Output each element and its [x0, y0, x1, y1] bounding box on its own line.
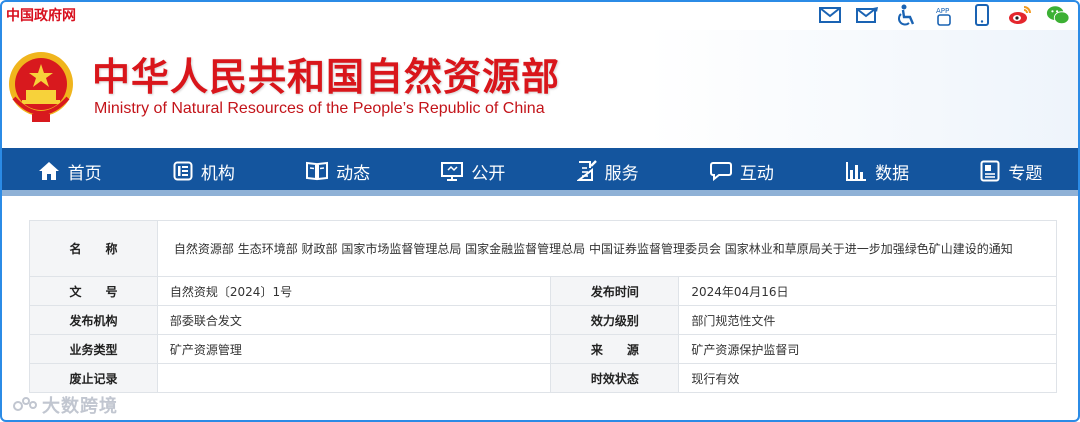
info-key: 效力级别: [550, 305, 680, 335]
info-value: 矿产资源管理: [156, 334, 552, 364]
nav-divider: [2, 190, 1078, 196]
svg-text:APP: APP: [936, 7, 949, 15]
nav-item-public[interactable]: 公开: [441, 159, 505, 184]
mobile-icon[interactable]: [970, 4, 994, 26]
page-frame: 中国政府网 APP 中华人民共和国自然资源部 Ministry of Natur…: [0, 0, 1080, 422]
nav-label: 数据: [875, 163, 910, 184]
watermark: 大数跨境: [12, 392, 118, 418]
info-value: 部门规范性文件: [678, 305, 1057, 335]
book-icon: [306, 161, 329, 181]
info-value: 矿产资源保护监督司: [678, 334, 1057, 364]
info-key: 发布时间: [550, 276, 680, 306]
info-key: 发布机构: [29, 305, 158, 335]
mail-edit-icon[interactable]: [856, 4, 880, 26]
nav-item-org[interactable]: 机构: [173, 159, 235, 184]
nav-label: 服务: [604, 163, 639, 184]
info-key: 来 源: [550, 334, 680, 364]
nav-item-data[interactable]: 数据: [845, 159, 909, 184]
info-value: 自然资规〔2024〕1号: [156, 276, 552, 306]
wechat-icon[interactable]: [1046, 4, 1070, 26]
bar-chart-icon: [846, 162, 867, 181]
main-nav: 首页 机构 动态 公开 服务 互动 数据 专题: [2, 148, 1078, 194]
nav-item-news[interactable]: 动态: [306, 159, 370, 184]
nav-item-service[interactable]: 服务: [576, 159, 639, 184]
info-value: 现行有效: [678, 363, 1057, 393]
info-key: 时效状态: [550, 363, 680, 393]
topic-icon: [980, 160, 1000, 182]
top-bar: 中国政府网 APP: [2, 2, 1078, 30]
nav-item-home[interactable]: 首页: [38, 159, 102, 184]
nav-label: 机构: [200, 163, 235, 184]
info-key: 废止记录: [29, 363, 158, 393]
table-row: 文 号 自然资规〔2024〕1号 发布时间 2024年04月16日: [29, 276, 1057, 306]
site-subtitle: Ministry of Natural Resources of the Peo…: [94, 100, 545, 117]
document-title-value: 自然资源部 生态环境部 财政部 国家市场监督管理总局 国家金融监督管理总局 中国…: [156, 220, 1058, 277]
monitor-icon: [441, 162, 464, 181]
chat-icon: [709, 162, 732, 181]
nav-item-topic[interactable]: 专题: [980, 159, 1042, 184]
table-row: 发布机构 部委联合发文 效力级别 部门规范性文件: [29, 305, 1057, 335]
nav-label: 公开: [471, 163, 506, 184]
info-key: 业务类型: [29, 334, 158, 364]
weibo-icon[interactable]: [1008, 4, 1032, 26]
site-title: 中华人民共和国自然资源部: [92, 54, 561, 99]
org-icon: [173, 161, 193, 181]
accessibility-icon[interactable]: [894, 4, 918, 26]
nav-item-interact[interactable]: 互动: [709, 159, 774, 184]
gov-portal-link[interactable]: 中国政府网: [6, 5, 76, 25]
info-key: 名 称: [29, 220, 158, 277]
home-icon: [38, 162, 59, 180]
info-key: 文 号: [29, 276, 158, 306]
info-value: [156, 363, 552, 393]
site-header: 中华人民共和国自然资源部 Ministry of Natural Resourc…: [2, 30, 1078, 148]
nav-label: 专题: [1008, 163, 1043, 184]
document-info-table: 名 称 自然资源部 生态环境部 财政部 国家市场监督管理总局 国家金融监督管理总…: [29, 220, 1058, 393]
table-row: 名 称 自然资源部 生态环境部 财政部 国家市场监督管理总局 国家金融监督管理总…: [29, 220, 1058, 277]
info-value: 2024年04月16日: [678, 276, 1057, 306]
table-row: 废止记录 时效状态 现行有效: [29, 363, 1057, 393]
nav-label: 互动: [739, 163, 774, 184]
info-value: 部委联合发文: [156, 305, 552, 335]
table-row: 业务类型 矿产资源管理 来 源 矿产资源保护监督司: [29, 334, 1057, 364]
app-icon[interactable]: APP: [932, 4, 956, 26]
mail-icon[interactable]: [818, 4, 842, 26]
doc-edit-icon: [576, 160, 597, 181]
national-emblem-icon: [9, 52, 73, 122]
nav-label: 动态: [336, 163, 371, 184]
nav-label: 首页: [67, 163, 102, 184]
top-icon-bar: APP: [818, 4, 1070, 26]
watermark-text: 大数跨境: [42, 396, 118, 417]
paw-icon: [13, 397, 37, 411]
